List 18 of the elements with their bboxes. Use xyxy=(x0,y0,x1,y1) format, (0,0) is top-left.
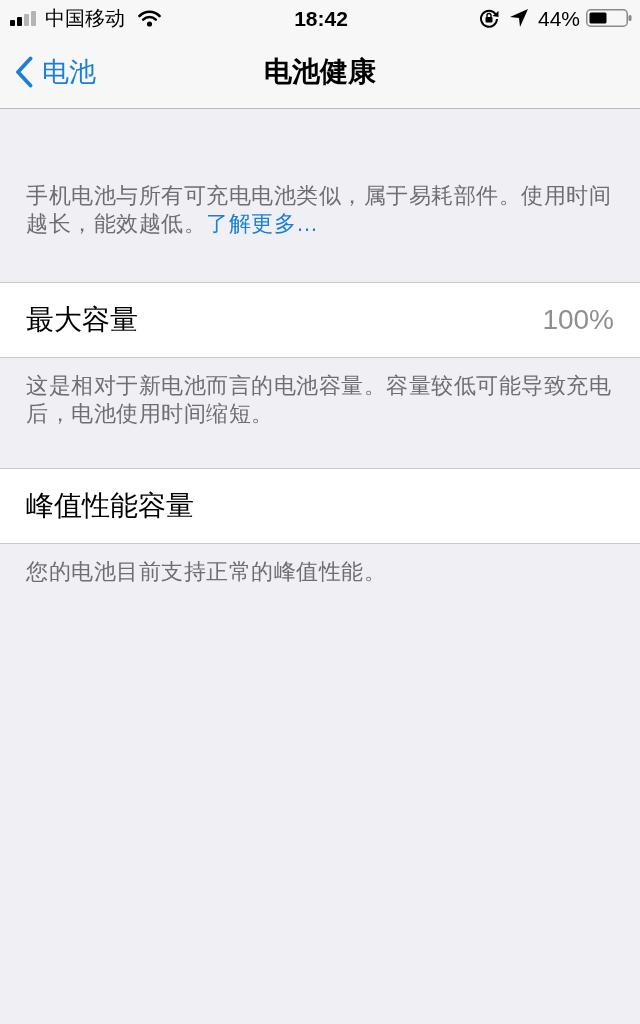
status-time: 18:42 xyxy=(294,7,348,29)
footer-text: 您的电池目前支持正常的峰值性能。 xyxy=(25,558,387,586)
back-button[interactable]: 电池 xyxy=(15,56,96,88)
row-label: 峰值性能容量 xyxy=(26,492,194,520)
location-arrow-icon xyxy=(509,9,528,27)
row-label: 最大容量 xyxy=(26,306,138,334)
description-text: 手机电池与所有可充电电池类似，属于易耗部件。使用时间越长，能效越低。了解更多… xyxy=(25,182,612,238)
chevron-left-icon xyxy=(15,56,33,88)
footer-text: 这是相对于新电池而言的电池容量。容量较低可能导致充电后，电池使用时间缩短。 xyxy=(25,372,612,428)
signal-bars-icon xyxy=(10,10,38,26)
learn-more-link[interactable]: 了解更多… xyxy=(206,211,319,236)
wifi-icon xyxy=(138,9,161,27)
battery-icon xyxy=(586,9,632,27)
page-title: 电池健康 xyxy=(264,58,376,86)
row-value: 100% xyxy=(542,306,614,334)
carrier-name: 中国移动 xyxy=(45,8,125,28)
battery-percent: 44% xyxy=(537,7,580,29)
rotation-lock-icon xyxy=(478,8,499,28)
